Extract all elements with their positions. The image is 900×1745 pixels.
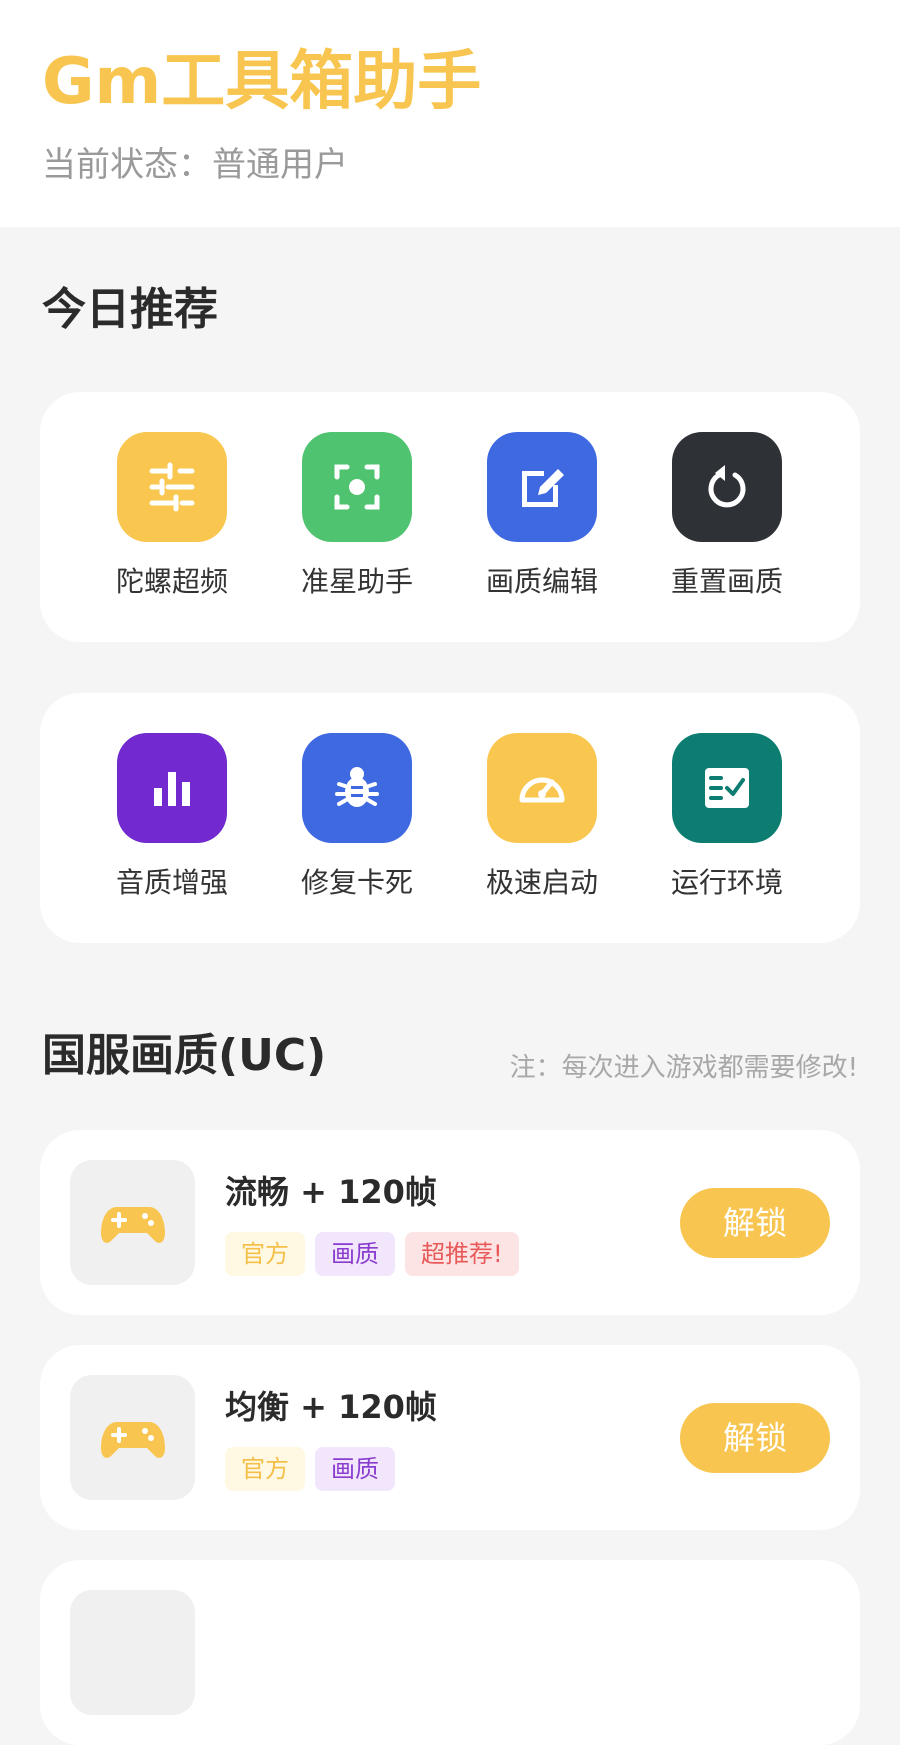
tag-list: 官方 画质 超推荐! xyxy=(225,1232,519,1276)
section-note: 注：每次进入游戏都需要修改! xyxy=(509,1053,858,1083)
tool-fast-launch[interactable]: 极速启动 xyxy=(462,733,622,903)
tool-quality-edit[interactable]: 画质编辑 xyxy=(462,432,622,602)
app-title: Gm工具箱助手 xyxy=(42,45,482,119)
tool-gyro-overclock[interactable]: 陀螺超频 xyxy=(92,432,252,602)
tag-official: 官方 xyxy=(225,1232,305,1276)
tool-audio-enhance[interactable]: 音质增强 xyxy=(92,733,252,903)
app-header: Gm工具箱助手 当前状态：普通用户 xyxy=(0,0,900,227)
user-status: 当前状态：普通用户 xyxy=(42,145,348,185)
quality-mode-card xyxy=(40,1560,860,1745)
tool-label: 陀螺超频 xyxy=(115,565,228,598)
edit-icon xyxy=(487,432,597,542)
tag-quality: 画质 xyxy=(315,1447,395,1491)
tool-label: 画质编辑 xyxy=(485,565,598,598)
tag-quality: 画质 xyxy=(315,1232,395,1276)
crosshair-focus-icon xyxy=(302,432,412,542)
quality-mode-card: 流畅 + 120帧 官方 画质 超推荐! 解锁 xyxy=(40,1130,860,1315)
tool-label: 极速启动 xyxy=(485,866,598,899)
speedometer-icon xyxy=(487,733,597,843)
tag-recommended: 超推荐! xyxy=(405,1232,519,1276)
bug-icon xyxy=(302,733,412,843)
quality-mode-card: 均衡 + 120帧 官方 画质 解锁 xyxy=(40,1345,860,1530)
tool-label: 重置画质 xyxy=(670,565,783,598)
tag-list: 官方 画质 xyxy=(225,1447,395,1491)
tool-label: 修复卡死 xyxy=(300,866,413,899)
gamepad-icon xyxy=(70,1375,195,1500)
tool-card-row-1: 陀螺超频 准星助手 画质编辑 重置画质 xyxy=(40,392,860,642)
tool-label: 准星助手 xyxy=(300,565,413,598)
tool-card-row-2: 音质增强 修复卡死 极速启动 运行环境 xyxy=(40,693,860,943)
checklist-icon xyxy=(672,733,782,843)
section-title-recommend: 今日推荐 xyxy=(42,284,218,335)
tool-label: 运行环境 xyxy=(670,866,783,899)
tool-crosshair[interactable]: 准星助手 xyxy=(277,432,437,602)
bar-chart-icon xyxy=(117,733,227,843)
mode-name: 均衡 + 120帧 xyxy=(225,1388,437,1426)
tool-reset-quality[interactable]: 重置画质 xyxy=(647,432,807,602)
unlock-button[interactable]: 解锁 xyxy=(680,1403,830,1473)
tool-fix-freeze[interactable]: 修复卡死 xyxy=(277,733,437,903)
gamepad-icon xyxy=(70,1160,195,1285)
section-title-cn-quality: 国服画质(UC) xyxy=(42,1030,327,1081)
mode-name: 流畅 + 120帧 xyxy=(225,1173,437,1211)
item-thumbnail xyxy=(70,1590,195,1715)
tool-run-env[interactable]: 运行环境 xyxy=(647,733,807,903)
tool-label: 音质增强 xyxy=(115,866,228,899)
reset-icon xyxy=(672,432,782,542)
tag-official: 官方 xyxy=(225,1447,305,1491)
sliders-icon xyxy=(117,432,227,542)
unlock-button[interactable]: 解锁 xyxy=(680,1188,830,1258)
